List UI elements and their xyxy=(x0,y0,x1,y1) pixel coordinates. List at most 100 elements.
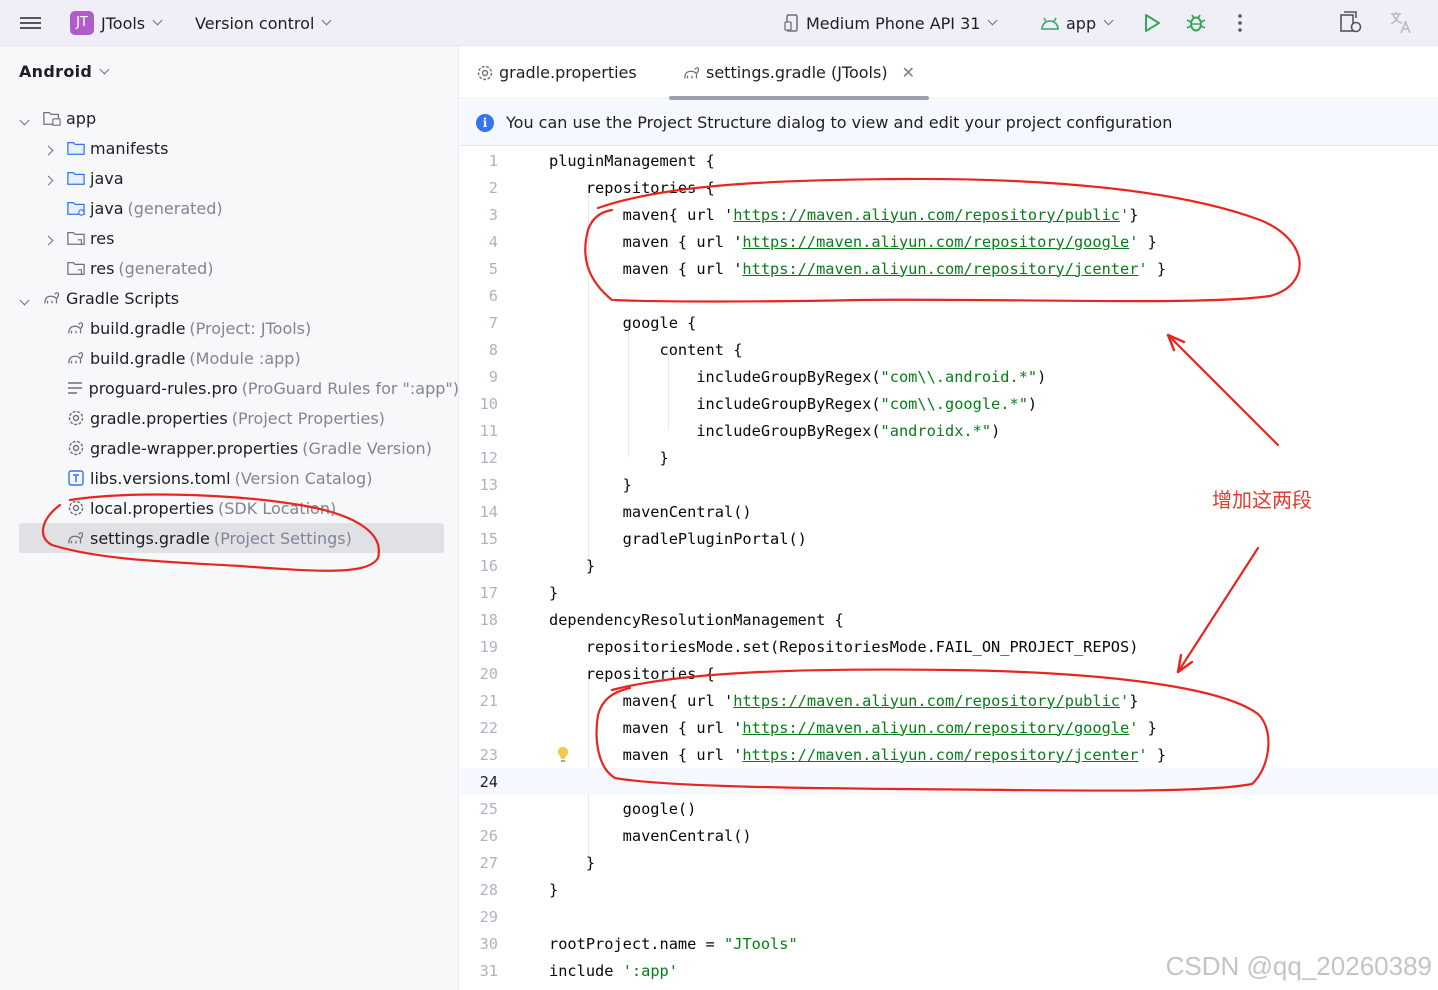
tree-item-gradle-wrapper-properties[interactable]: gradle-wrapper.properties (Gradle Versio… xyxy=(0,433,459,463)
code-token: includeGroupByRegex( xyxy=(549,394,881,413)
watermark: CSDN @qq_20260389 xyxy=(1165,951,1432,981)
code-line[interactable]: 26 mavenCentral() xyxy=(460,822,1438,849)
code-editor[interactable]: 1 pluginManagement {2 repositories {3 mav… xyxy=(460,147,1438,990)
code-line[interactable]: 6 xyxy=(460,282,1438,309)
code-line[interactable]: 2 repositories { xyxy=(460,174,1438,201)
code-line[interactable]: 27 } xyxy=(460,849,1438,876)
code-token: ) xyxy=(1037,367,1047,386)
tree-item-hint: (SDK Location) xyxy=(218,498,337,518)
resource-folder-icon xyxy=(67,259,85,277)
tree-item-proguard-rules[interactable]: proguard-rules.pro (ProGuard Rules for "… xyxy=(0,373,459,403)
gradle-icon xyxy=(67,529,85,547)
tree-item-build-gradle-project[interactable]: build.gradle (Project: JTools) xyxy=(0,313,459,343)
code-line[interactable]: 18 dependencyResolutionManagement { xyxy=(460,606,1438,633)
code-line[interactable]: 15 gradlePluginPortal() xyxy=(460,525,1438,552)
code-line[interactable]: 19 repositoriesMode.set(RepositoriesMode… xyxy=(460,633,1438,660)
tree-item-label: Gradle Scripts xyxy=(66,288,180,308)
code-line[interactable]: 21 maven{ url 'https://maven.aliyun.com/… xyxy=(460,687,1438,714)
code-line[interactable]: 3 maven{ url 'https://maven.aliyun.com/r… xyxy=(460,201,1438,228)
project-selector[interactable]: JT JTools xyxy=(70,0,163,46)
code-text: include ':app' xyxy=(549,962,678,980)
code-line[interactable]: 25 google() xyxy=(460,795,1438,822)
code-line[interactable]: 1 pluginManagement { xyxy=(460,147,1438,174)
tree-item-manifests[interactable]: manifests xyxy=(0,133,459,163)
close-icon[interactable]: ✕ xyxy=(902,63,915,82)
tree-item-res[interactable]: res xyxy=(0,223,459,253)
code-line[interactable]: 28} xyxy=(460,876,1438,903)
settings-gear-icon xyxy=(67,499,85,517)
line-number: 11 xyxy=(479,421,498,440)
tree-item-settings-gradle[interactable]: settings.gradle (Project Settings) xyxy=(0,523,459,553)
version-control-menu[interactable]: Version control xyxy=(195,0,332,46)
translate-icon xyxy=(1390,12,1411,34)
code-token: maven{ url ' xyxy=(549,691,734,710)
tree-item-java-generated[interactable]: java (generated) xyxy=(0,193,459,223)
collapse-arrow-icon xyxy=(43,235,54,245)
code-url[interactable]: https://maven.aliyun.com/repository/jcen… xyxy=(742,260,1138,278)
code-text: content { xyxy=(549,341,743,359)
code-text: maven { url 'https://maven.aliyun.com/re… xyxy=(549,233,1157,251)
tree-item-gradle-scripts[interactable]: Gradle Scripts xyxy=(0,283,459,313)
tree-item-hint: (Project Properties) xyxy=(231,408,385,428)
run-config-selector[interactable]: app xyxy=(1040,0,1114,46)
tree-item-label: gradle-wrapper.properties xyxy=(90,438,299,458)
code-line[interactable]: 17} xyxy=(460,579,1438,606)
code-line[interactable]: 12 } xyxy=(460,444,1438,471)
device-selector[interactable]: Medium Phone API 31 xyxy=(784,0,998,46)
project-view-selector[interactable]: Android xyxy=(19,62,110,81)
bug-icon xyxy=(1186,14,1206,32)
tab-settings-gradle[interactable]: settings.gradle (JTools) ✕ xyxy=(669,46,929,100)
main-menu-button[interactable] xyxy=(20,0,44,46)
tree-item-res-generated[interactable]: res (generated) xyxy=(0,253,459,283)
run-button[interactable] xyxy=(1143,0,1161,46)
tree-item-app[interactable]: app xyxy=(0,103,459,133)
tree-item-hint: (Gradle Version) xyxy=(302,438,432,458)
more-actions-button[interactable] xyxy=(1237,0,1243,46)
code-line[interactable]: 5 maven { url 'https://maven.aliyun.com/… xyxy=(460,255,1438,282)
chevron-down-icon xyxy=(1103,15,1114,26)
code-line[interactable]: 8 content { xyxy=(460,336,1438,363)
code-url[interactable]: https://maven.aliyun.com/repository/goog… xyxy=(742,233,1129,251)
code-line[interactable]: 24 xyxy=(460,768,1438,795)
chevron-down-icon xyxy=(99,64,110,74)
code-url[interactable]: https://maven.aliyun.com/repository/jcen… xyxy=(742,746,1138,764)
code-text: maven { url 'https://maven.aliyun.com/re… xyxy=(549,260,1166,278)
info-icon: i xyxy=(476,113,494,132)
code-token: } xyxy=(1147,259,1167,278)
code-line[interactable]: 9 includeGroupByRegex("com\\.android.*") xyxy=(460,363,1438,390)
code-token: ) xyxy=(991,421,1001,440)
code-line[interactable]: 7 google { xyxy=(460,309,1438,336)
translate-button[interactable] xyxy=(1388,0,1414,46)
tree-item-gradle-properties[interactable]: gradle.properties (Project Properties) xyxy=(0,403,459,433)
code-line[interactable]: 29 xyxy=(460,903,1438,930)
line-number: 27 xyxy=(479,853,498,872)
code-token: mavenCentral() xyxy=(549,826,752,845)
code-with-me-button[interactable] xyxy=(1338,0,1364,46)
line-number: 9 xyxy=(488,367,498,386)
code-url[interactable]: https://maven.aliyun.com/repository/publ… xyxy=(733,206,1120,224)
tree-item-label: java xyxy=(90,198,124,218)
code-line[interactable]: 23 maven { url 'https://maven.aliyun.com… xyxy=(460,741,1438,768)
code-line[interactable]: 10 includeGroupByRegex("com\\.google.*") xyxy=(460,390,1438,417)
code-line[interactable]: 22 maven { url 'https://maven.aliyun.com… xyxy=(460,714,1438,741)
code-line[interactable]: 4 maven { url 'https://maven.aliyun.com/… xyxy=(460,228,1438,255)
code-line[interactable]: 11 includeGroupByRegex("androidx.*") xyxy=(460,417,1438,444)
code-token: include xyxy=(549,961,623,980)
code-line[interactable]: 20 repositories { xyxy=(460,660,1438,687)
code-token: mavenCentral() xyxy=(549,502,752,521)
code-line[interactable]: 16 } xyxy=(460,552,1438,579)
code-token: } xyxy=(549,475,632,494)
tree-item-libs-versions[interactable]: libs.versions.toml (Version Catalog) xyxy=(0,463,459,493)
collapse-arrow-icon xyxy=(43,175,54,185)
code-text: pluginManagement { xyxy=(549,152,715,170)
tree-item-build-gradle-module[interactable]: build.gradle (Module :app) xyxy=(0,343,459,373)
structure-icon xyxy=(1340,11,1362,33)
tree-item-local-properties[interactable]: local.properties (SDK Location) xyxy=(0,493,459,523)
tab-gradle-properties[interactable]: gradle.properties xyxy=(476,46,637,99)
debug-button[interactable] xyxy=(1185,0,1207,46)
code-text: repositories { xyxy=(549,179,715,197)
code-url[interactable]: https://maven.aliyun.com/repository/goog… xyxy=(742,719,1129,737)
code-url[interactable]: https://maven.aliyun.com/repository/publ… xyxy=(733,692,1120,710)
code-token: google { xyxy=(549,313,697,332)
tree-item-java[interactable]: java xyxy=(0,163,459,193)
